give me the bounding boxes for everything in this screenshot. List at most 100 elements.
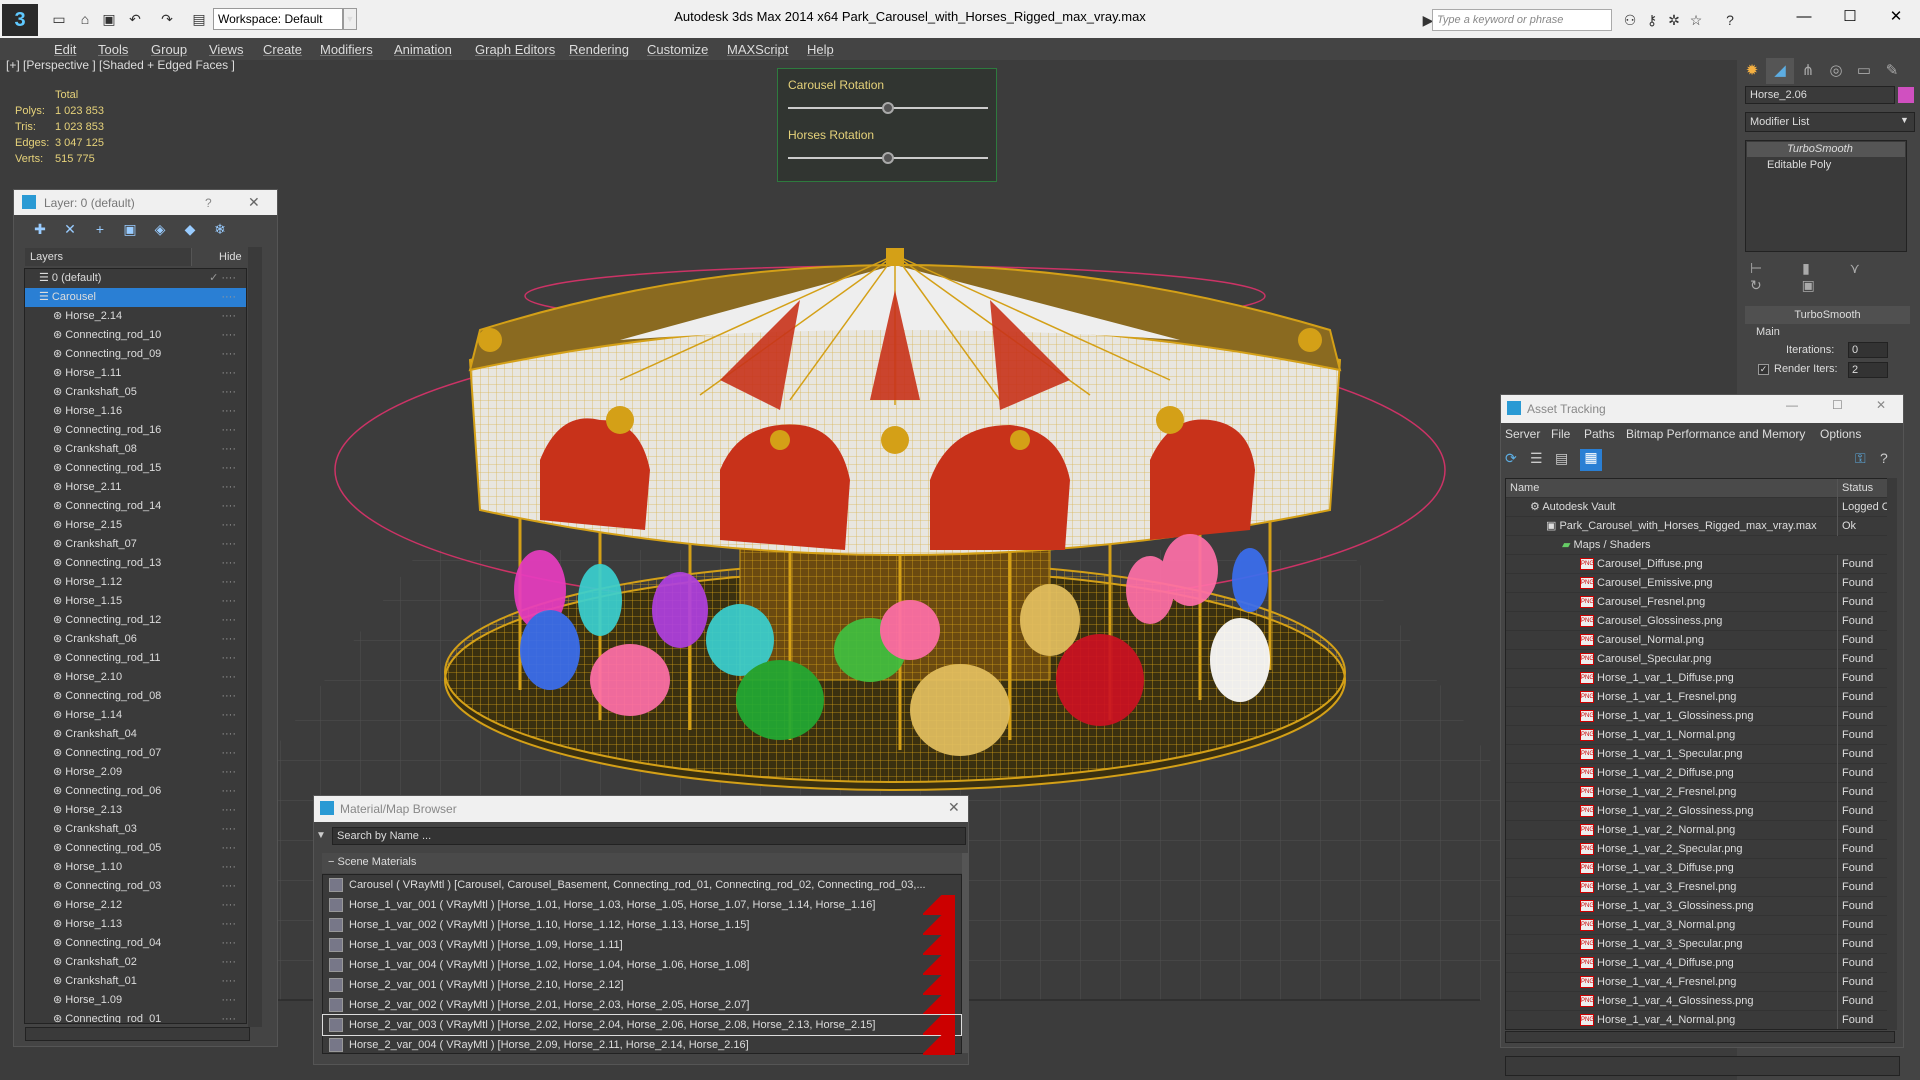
layer-object-row[interactable]: ⊛ Horse_2.13 ···· (25, 801, 246, 820)
layer-object-row[interactable]: ⊛ Connecting_rod_05 ···· (25, 839, 246, 858)
asset-row-map[interactable]: PNG Horse_1_var_4_Glossiness.png Found (1506, 992, 1894, 1011)
create-tab-icon[interactable]: ✹ (1738, 58, 1766, 84)
layer-object-row[interactable]: ⊛ Crankshaft_07 ···· (25, 535, 246, 554)
menu-graph-editors[interactable]: Graph Editors (475, 42, 555, 57)
asset-row-map[interactable]: PNG Horse_1_var_3_Fresnel.png Found (1506, 878, 1894, 897)
help-icon[interactable]: ? (205, 196, 212, 210)
asset-row-map[interactable]: PNG Horse_1_var_1_Specular.png Found (1506, 745, 1894, 764)
hide-toggle[interactable]: ···· (221, 402, 236, 421)
asset-row-map[interactable]: PNG Horse_1_var_2_Glossiness.png Found (1506, 802, 1894, 821)
at-menu-paths[interactable]: Paths (1584, 427, 1615, 441)
material-row[interactable]: Horse_2_var_002 ( VRayMtl ) [Horse_2.01,… (323, 995, 961, 1015)
hide-toggle[interactable]: ···· (221, 630, 236, 649)
asset-row-map[interactable]: PNG Horse_1_var_1_Glossiness.png Found (1506, 707, 1894, 726)
hide-toggle[interactable]: ···· (221, 516, 236, 535)
maximize-icon[interactable]: ☐ (1830, 4, 1870, 30)
asset-table-hscrollbar[interactable] (1505, 1031, 1895, 1043)
asset-row-map[interactable]: PNG Horse_1_var_4_Normal.png Found (1506, 1011, 1894, 1029)
asset-row-vault[interactable]: ⚙ Autodesk Vault Logged O (1506, 498, 1894, 517)
material-row[interactable]: Horse_2_var_001 ( VRayMtl ) [Horse_2.10,… (323, 975, 961, 995)
motion-tab-icon[interactable]: ◎ (1822, 58, 1850, 84)
layer-object-row[interactable]: ⊛ Connecting_rod_13 ···· (25, 554, 246, 573)
hide-toggle[interactable]: ···· (221, 554, 236, 573)
menu-edit[interactable]: Edit (54, 42, 76, 57)
create-layer-icon[interactable]: ✚ (30, 221, 50, 241)
open-file-icon[interactable]: ⌂ (74, 8, 96, 30)
menu-views[interactable]: Views (209, 42, 243, 57)
asset-row-maps-group[interactable]: ▰ Maps / Shaders (1506, 536, 1894, 555)
asset-row-map[interactable]: PNG Horse_1_var_1_Diffuse.png Found (1506, 669, 1894, 688)
asset-row-map[interactable]: PNG Horse_1_var_1_Normal.png Found (1506, 726, 1894, 745)
asset-row-map[interactable]: PNG Horse_1_var_3_Normal.png Found (1506, 916, 1894, 935)
layer-object-row[interactable]: ⊛ Horse_2.12 ···· (25, 896, 246, 915)
layer-object-row[interactable]: ⊛ Horse_2.10 ···· (25, 668, 246, 687)
hide-toggle[interactable]: ···· (221, 725, 236, 744)
hide-toggle[interactable]: ···· (221, 915, 236, 934)
at-menu-file[interactable]: File (1551, 427, 1570, 441)
display-tab-icon[interactable]: ▭ (1850, 58, 1878, 84)
layer-object-row[interactable]: ⊛ Crankshaft_02 ···· (25, 953, 246, 972)
at-menu-bitmap-performance[interactable]: Bitmap Performance and Memory (1626, 427, 1805, 441)
material-row[interactable]: Horse_1_var_004 ( VRayMtl ) [Horse_1.02,… (323, 955, 961, 975)
layer-object-row[interactable]: ⊛ Crankshaft_01 ···· (25, 972, 246, 991)
hide-toggle[interactable]: ···· (221, 649, 236, 668)
stack-item-turbosmooth[interactable]: TurboSmooth (1747, 142, 1905, 157)
layer-object-row[interactable]: ⊛ Horse_2.15 ···· (25, 516, 246, 535)
hide-toggle[interactable]: ···· (221, 440, 236, 459)
layer-object-row[interactable]: ⊛ Connecting_rod_08 ···· (25, 687, 246, 706)
save-icon[interactable]: ▣ (98, 8, 120, 30)
layer-object-row[interactable]: ⊛ Connecting_rod_15 ···· (25, 459, 246, 478)
asset-table-scrollbar[interactable] (1887, 478, 1897, 1030)
layer-object-row[interactable]: ⊛ Horse_1.13 ···· (25, 915, 246, 934)
add-to-layer-icon[interactable]: + (90, 221, 110, 241)
layer-object-row[interactable]: ⊛ Horse_1.09 ···· (25, 991, 246, 1010)
layer-object-row[interactable]: ⊛ Horse_1.14 ···· (25, 706, 246, 725)
material-row[interactable]: Horse_2_var_004 ( VRayMtl ) [Horse_2.09,… (323, 1035, 961, 1055)
menu-animation[interactable]: Animation (394, 42, 452, 57)
close-icon[interactable]: ✕ (1876, 398, 1886, 412)
layer-list-scrollbar[interactable] (248, 247, 262, 1027)
asset-row-map[interactable]: PNG Horse_1_var_1_Fresnel.png Found (1506, 688, 1894, 707)
close-icon[interactable]: ✕ (948, 799, 960, 816)
menu-maxscript[interactable]: MAXScript (727, 42, 788, 57)
hide-toggle[interactable]: ···· (221, 763, 236, 782)
hide-toggle[interactable]: ···· (221, 953, 236, 972)
layer-row-default[interactable]: ☰ 0 (default) ✓ ···· (25, 269, 246, 288)
menu-tools[interactable]: Tools (98, 42, 128, 57)
hide-toggle[interactable]: ···· (221, 364, 236, 383)
highlight-icon[interactable]: ◈ (150, 221, 170, 241)
delete-icon[interactable]: ✕ (60, 221, 80, 241)
hide-toggle[interactable]: ···· (221, 991, 236, 1010)
material-row[interactable]: Horse_1_var_001 ( VRayMtl ) [Horse_1.01,… (323, 895, 961, 915)
hide-toggle[interactable]: ···· (221, 668, 236, 687)
menu-modifiers[interactable]: Modifiers (320, 42, 373, 57)
render-iters-spinner[interactable]: 2 (1848, 362, 1888, 378)
menu-customize[interactable]: Customize (647, 42, 708, 57)
hide-toggle[interactable]: ···· (221, 326, 236, 345)
hide-toggle[interactable]: ···· (221, 972, 236, 991)
project-icon[interactable]: ▤ (188, 8, 210, 30)
asset-row-file[interactable]: ▣ Park_Carousel_with_Horses_Rigged_max_v… (1506, 517, 1894, 536)
render-iters-checkbox[interactable]: ✓ (1758, 364, 1769, 375)
layer-object-row[interactable]: ⊛ Connecting_rod_04 ···· (25, 934, 246, 953)
menu-group[interactable]: Group (151, 42, 187, 57)
at-menu-server[interactable]: Server (1505, 427, 1540, 441)
star-icon[interactable]: ✲ (1664, 10, 1684, 30)
material-list-scrollbar[interactable] (962, 853, 968, 1053)
layer-object-row[interactable]: ⊛ Horse_2.11 ···· (25, 478, 246, 497)
hide-toggle[interactable]: ···· (221, 839, 236, 858)
material-search-input[interactable]: Search by Name ... (332, 827, 966, 845)
object-name-field[interactable]: Horse_2.06 (1745, 86, 1895, 104)
maximize-icon[interactable]: ☐ (1832, 398, 1843, 412)
key-icon[interactable]: ⚷ (1642, 10, 1662, 30)
asset-row-map[interactable]: PNG Carousel_Fresnel.png Found (1506, 593, 1894, 612)
horses-rotation-slider[interactable] (882, 152, 894, 164)
layer-object-row[interactable]: ⊛ Connecting_rod_03 ···· (25, 877, 246, 896)
menu-create[interactable]: Create (263, 42, 302, 57)
asset-table[interactable]: Name Status ⚙ Autodesk Vault Logged O ▣ … (1505, 478, 1895, 1030)
hide-toggle[interactable]: ···· (221, 934, 236, 953)
asset-row-map[interactable]: PNG Horse_1_var_4_Diffuse.png Found (1506, 954, 1894, 973)
layer-list[interactable]: ☰ 0 (default) ✓ ···· ☰ Carousel ···· ⊛ Horse… (24, 268, 247, 1024)
material-row[interactable]: Horse_2_var_003 ( VRayMtl ) [Horse_2.02,… (322, 1014, 962, 1036)
layer-object-row[interactable]: ⊛ Connecting_rod_11 ···· (25, 649, 246, 668)
